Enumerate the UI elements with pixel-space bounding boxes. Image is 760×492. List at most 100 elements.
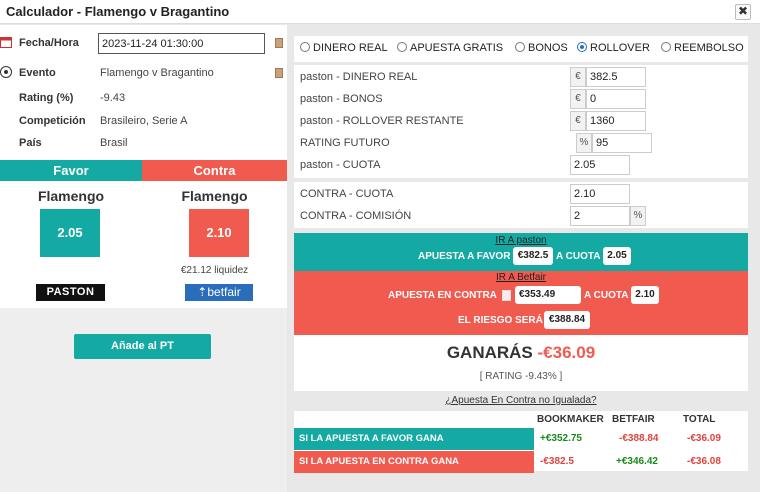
lay-odds-text: A CUOTA [584, 290, 629, 301]
euro-addon: € [570, 111, 586, 131]
radio-dinero-real[interactable]: DINERO REAL [300, 42, 388, 54]
back-odds-row: paston - CUOTA 2.05 [294, 154, 748, 176]
favor-wins-row-label: SI LA APUESTA A FAVOR GANA [294, 428, 534, 450]
radio-circle-icon [397, 42, 407, 52]
country-label: País [19, 137, 42, 149]
go-to-paston-link[interactable]: IR A paston [294, 235, 748, 246]
radio-label: DINERO REAL [313, 42, 388, 54]
lay-stake-chip[interactable]: €353.49 [515, 286, 581, 304]
competition-row: Competición Brasileiro, Serie A [0, 111, 287, 133]
lay-text: APUESTA EN CONTRA [388, 290, 497, 301]
radio-reembolso[interactable]: REEMBOLSO [661, 42, 744, 54]
rollover-input[interactable]: 1360 [586, 111, 646, 131]
back-odds-chip[interactable]: 2.05 [603, 247, 631, 265]
percent-addon: % [630, 206, 646, 226]
date-row: Fecha/Hora [0, 33, 287, 55]
result-rating: [ RATING -9.43% ] [479, 371, 563, 382]
favor-header: Favor [0, 160, 142, 181]
result-panel: GANARÁS -€36.09 [ RATING -9.43% ] [294, 335, 748, 391]
close-button[interactable]: ✖ [735, 4, 751, 20]
lay-odds-row: CONTRA - CUOTA 2.10 [294, 183, 748, 205]
go-to-betfair-link[interactable]: IR A Betfair [294, 272, 748, 283]
bonus-row: paston - BONOS € 0 [294, 88, 748, 110]
lay-odds-input[interactable]: 2.10 [570, 184, 630, 204]
country-value: Brasil [100, 137, 128, 149]
contra-wins-row-label: SI LA APUESTA EN CONTRA GANA [294, 451, 534, 473]
lay-odds-label: CONTRA - CUOTA [300, 188, 394, 200]
rollover-label: paston - ROLLOVER RESTANTE [300, 115, 464, 127]
window-title: Calculador - Flamengo v Bragantino [6, 4, 230, 19]
edit-date-icon[interactable] [275, 38, 283, 48]
favor-odd: 2.05 [40, 209, 100, 257]
calendar-icon [0, 37, 12, 48]
unmatched-lay-link[interactable]: ¿Apuesta En Contra no Igualada? [294, 395, 748, 406]
edit-event-icon[interactable] [275, 68, 283, 78]
date-label: Fecha/Hora [19, 37, 79, 49]
contra-team: Flamengo [181, 188, 248, 204]
back-odds-text: A CUOTA [556, 251, 601, 262]
commission-input[interactable]: 2 [570, 206, 630, 226]
radio-label: BONOS [528, 42, 568, 54]
radio-bonos[interactable]: BONOS [515, 42, 568, 54]
risk-text: EL RIESGO SERÁ [458, 315, 543, 326]
radio-circle-icon [661, 42, 671, 52]
euro-addon: € [570, 67, 586, 87]
betfair-logo[interactable]: ⇡betfair [185, 284, 253, 301]
rating-label: Rating (%) [19, 92, 74, 104]
favor-wins-betfair: -€388.84 [619, 433, 659, 444]
copy-icon[interactable] [502, 290, 511, 301]
back-odds-label: paston - CUOTA [300, 159, 381, 171]
title-bar: Calculador - Flamengo v Bragantino ✖ [0, 0, 760, 24]
add-to-pt-button[interactable]: Añade al PT [74, 334, 211, 359]
col-total: TOTAL [683, 414, 716, 425]
rating-row: Rating (%) -9.43 [0, 88, 287, 110]
date-input[interactable] [98, 33, 265, 54]
radio-apuesta-gratis[interactable]: APUESTA GRATIS [397, 42, 503, 54]
rating-value: -9.43 [100, 92, 126, 104]
contra-header: Contra [142, 160, 287, 181]
back-instruction-band: IR A paston APUESTA A FAVOR €382.5 A CUO… [294, 233, 748, 271]
lay-instruction-band: IR A Betfair APUESTA EN CONTRA €353.49 A… [294, 271, 748, 335]
bonus-label: paston - BONOS [300, 93, 383, 105]
future-rating-label: RATING FUTURO [300, 137, 390, 149]
risk-chip: €388.84 [544, 311, 590, 329]
contra-liquidity: €21.12 liquidez [180, 265, 249, 276]
profit-label: GANARÁS [446, 343, 533, 362]
percent-addon: % [576, 133, 592, 153]
soccer-ball-icon [0, 66, 12, 78]
real-money-label: paston - DINERO REAL [300, 71, 418, 83]
profit-value: -€36.09 [537, 343, 596, 362]
contra-wins-bookmaker: -€382.5 [540, 456, 574, 467]
back-text: APUESTA A FAVOR [418, 251, 511, 262]
col-betfair: BETFAIR [612, 414, 655, 425]
future-rating-input[interactable]: 95 [592, 133, 652, 153]
radio-selected-icon [577, 42, 587, 52]
profit-display: GANARÁS -€36.09 [294, 343, 748, 363]
commission-label: CONTRA - COMISIÓN [300, 210, 412, 222]
rollover-row: paston - ROLLOVER RESTANTE € 1360 [294, 110, 748, 132]
competition-value: Brasileiro, Serie A [100, 115, 188, 127]
favor-wins-bookmaker: +€352.75 [540, 433, 582, 444]
radio-label: REEMBOLSO [674, 42, 744, 54]
col-bookmaker: BOOKMAKER [537, 414, 604, 425]
real-money-input[interactable]: 382.5 [586, 67, 646, 87]
favor-wins-total: -€36.09 [687, 433, 721, 444]
commission-row: CONTRA - COMISIÓN 2 % [294, 205, 748, 227]
paston-logo[interactable]: PASTON [36, 284, 105, 301]
future-rating-row: RATING FUTURO % 95 [294, 132, 748, 154]
country-row: País Brasil [0, 133, 287, 155]
contra-wins-betfair: +€346.42 [616, 456, 658, 467]
outcome-table: BOOKMAKER BETFAIR TOTAL SI LA APUESTA A … [294, 411, 748, 473]
right-panel: DINERO REAL APUESTA GRATIS BONOS ROLLOVE… [288, 25, 760, 492]
logo-row: PASTON ⇡betfair [0, 283, 287, 303]
lay-odds-chip[interactable]: 2.10 [631, 286, 659, 304]
bonus-input[interactable]: 0 [586, 89, 646, 109]
back-stake-chip[interactable]: €382.5 [513, 247, 553, 265]
back-odds-input[interactable]: 2.05 [570, 155, 630, 175]
offer-type-selector: DINERO REAL APUESTA GRATIS BONOS ROLLOVE… [294, 36, 748, 62]
euro-addon: € [570, 89, 586, 109]
radio-circle-icon [300, 42, 310, 52]
radio-rollover[interactable]: ROLLOVER [577, 42, 650, 54]
event-label: Evento [19, 67, 56, 79]
competition-label: Competición [19, 115, 86, 127]
